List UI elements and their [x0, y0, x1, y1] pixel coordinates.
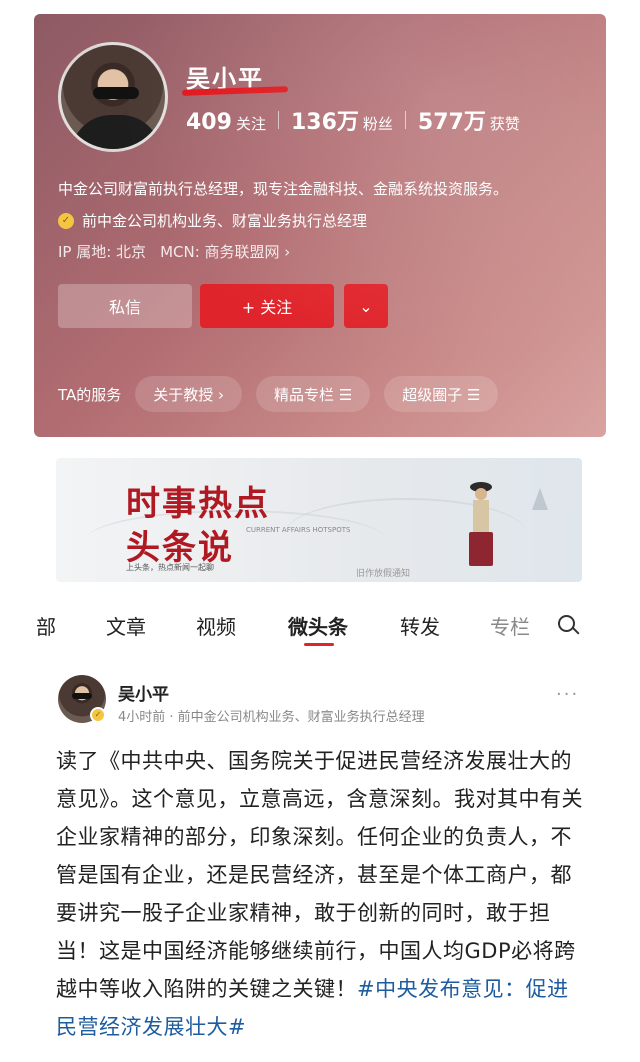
- profile-header: 吴小平 409 关注 136万 粉丝 577万 获赞 中金公司财富前执行总经理，现专注…: [34, 14, 606, 437]
- service-chip-circle[interactable]: 超级圈子 ☰: [384, 376, 499, 412]
- active-tab-indicator: [304, 643, 334, 646]
- search-icon[interactable]: [558, 615, 580, 637]
- banner-english: CURRENT AFFAIRS HOTSPOTS: [246, 526, 351, 534]
- tab-all[interactable]: 部: [36, 611, 56, 640]
- woman-reading-illustration: [466, 482, 496, 568]
- services-row: TA的服务 关于教授 › 精品专栏 ☰ 超级圈子 ☰: [58, 376, 512, 412]
- tab-reposts[interactable]: 转发: [400, 611, 440, 640]
- tab-videos[interactable]: 视频: [196, 611, 236, 640]
- profile-avatar[interactable]: [58, 42, 168, 152]
- hot-topics-banner[interactable]: 时事热点 头条说 CURRENT AFFAIRS HOTSPOTS 上头条，热点…: [56, 458, 582, 582]
- post-body: 读了《中共中央、国务院关于促进民营经济发展壮大的意见》。这个意见，立意高远，含意…: [56, 742, 586, 1046]
- certification-badge-icon: ✓: [58, 212, 74, 229]
- profile-bio: 中金公司财富前执行总经理，现专注金融科技、金融系统投资服务。: [58, 180, 509, 198]
- tab-columns[interactable]: 专栏: [490, 611, 530, 640]
- message-button[interactable]: 私信: [58, 284, 192, 328]
- service-chip-column[interactable]: 精品专栏 ☰: [256, 376, 371, 412]
- content-tabs: 部 文章 视频 微头条 转发 专栏: [0, 605, 640, 649]
- verified-badge-icon: ✓: [90, 707, 106, 723]
- banner-tagline: 上头条，热点新闻一起聊: [126, 563, 214, 572]
- banner-title: 时事热点: [126, 484, 270, 524]
- post-author-name[interactable]: 吴小平: [118, 680, 169, 705]
- services-title: TA的服务: [58, 385, 122, 404]
- tab-micro-headlines[interactable]: 微头条: [288, 611, 348, 640]
- sailboat-icon: [532, 488, 548, 510]
- service-chip-about[interactable]: 关于教授 ›: [135, 376, 243, 412]
- chevron-down-icon[interactable]: ⌄: [344, 284, 388, 328]
- stat-fans[interactable]: 136万 粉丝: [291, 104, 393, 136]
- tab-articles[interactable]: 文章: [106, 611, 146, 640]
- mcn-link[interactable]: MCN: 商务联盟网 ›: [160, 241, 290, 262]
- banner-caption: 旧作放假通知: [356, 569, 411, 579]
- profile-meta: IP 属地: 北京 MCN: 商务联盟网 ›: [58, 241, 304, 262]
- ip-location: IP 属地: 北京: [58, 243, 147, 261]
- post-meta: 4小时前 · 前中金公司机构业务、财富业务执行总经理: [118, 710, 425, 725]
- follow-button[interactable]: + 关注: [200, 284, 334, 328]
- more-options-icon[interactable]: ···: [556, 684, 579, 705]
- profile-certification: ✓ 前中金公司机构业务、财富业务执行总经理: [58, 210, 367, 231]
- stat-following[interactable]: 409 关注: [186, 110, 266, 135]
- stat-likes[interactable]: 577万 获赞: [418, 104, 520, 136]
- profile-stats: 409 关注 136万 粉丝 577万 获赞: [186, 104, 520, 136]
- post-text: 读了《中共中央、国务院关于促进民营经济发展壮大的意见》。这个意见，立意高远，含意…: [56, 749, 583, 1001]
